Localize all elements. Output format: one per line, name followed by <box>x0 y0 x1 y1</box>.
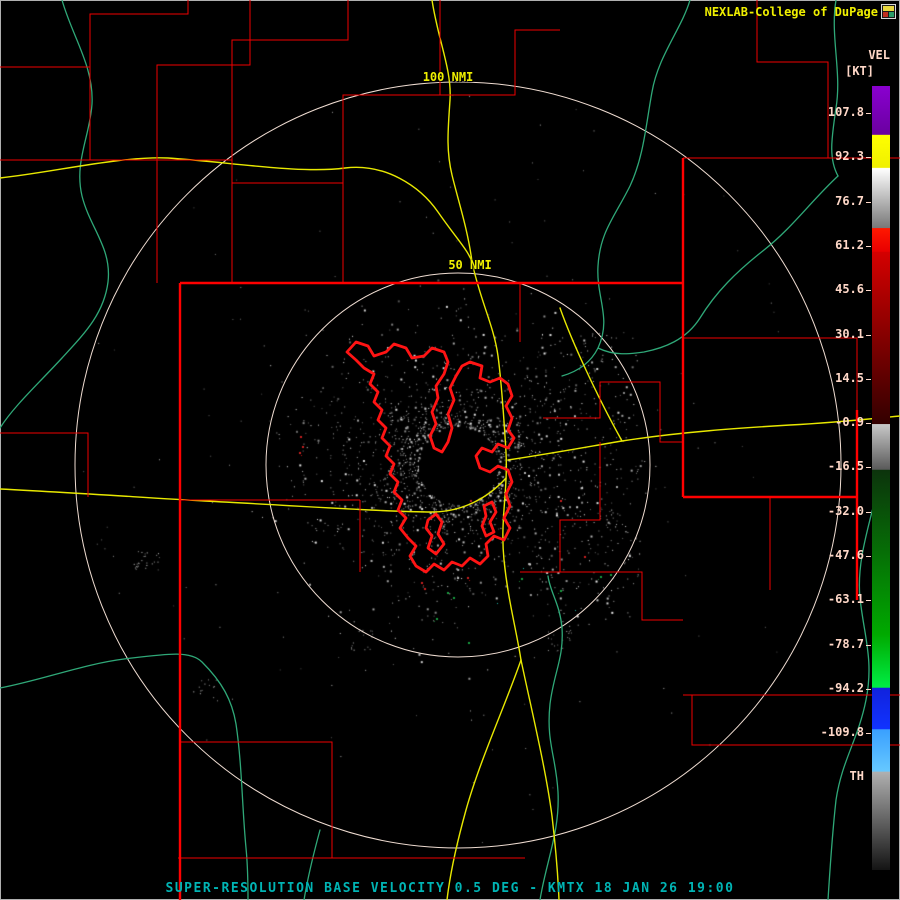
colorbar-tick-mark <box>866 644 871 646</box>
colorbar-tick-label: -32.0 <box>827 503 864 518</box>
colorbar-tick-mark <box>866 733 871 735</box>
colorbar-tick-mark <box>866 113 871 114</box>
county-borders <box>0 0 900 859</box>
colorbar-tick-label: 107.8 <box>827 105 864 119</box>
colorbar-tick-mark <box>866 688 871 690</box>
lake-outline <box>345 340 516 574</box>
colorbar-threshold-label: TH <box>849 769 864 783</box>
brand: NEXLAB-College of DuPage <box>705 4 896 19</box>
colorbar-tick-mark <box>866 511 871 513</box>
base-map <box>0 0 900 900</box>
brand-text: NEXLAB-College of DuPage <box>704 4 878 19</box>
colorbar-tick-label: -94.2 <box>827 680 864 695</box>
colorbar-tick-label: -16.5 <box>827 459 864 474</box>
colorbar-tick-label: -78.7 <box>827 636 864 651</box>
colorbar-tick-label: 76.7 <box>835 193 864 208</box>
colorbar-title: VEL <box>868 48 890 62</box>
colorbar-tick-mark <box>866 157 871 159</box>
radar-display: 100 NMI 50 NMI NEXLAB-College of DuPage … <box>0 0 900 900</box>
colorbar-tick-label: -0.9 <box>835 415 864 430</box>
colorbar-tick-mark <box>866 334 871 336</box>
colorbar-tick-label: 14.5 <box>835 370 864 385</box>
colorbar-tick-mark <box>866 600 871 602</box>
cod-logo-icon <box>881 4 896 19</box>
colorbar-tick-label: 45.6 <box>835 282 864 297</box>
colorbar-tick-mark <box>866 201 871 203</box>
colorbar-tick-label: 92.3 <box>835 149 864 164</box>
colorbar-tick-mark <box>866 290 871 292</box>
colorbar-units: [KT] <box>845 64 874 78</box>
range-ring-label-100nmi: 100 NMI <box>422 70 474 84</box>
colorbar-tick-label: 30.1 <box>835 326 864 341</box>
state-borders <box>178 158 859 900</box>
colorbar-tick-label: -109.8 <box>820 725 864 740</box>
colorbar-tick-mark <box>866 556 871 557</box>
product-title: SUPER-RESOLUTION BASE VELOCITY 0.5 DEG -… <box>165 881 735 896</box>
colorbar-tick-mark <box>866 423 871 425</box>
colorbar-tick-mark <box>866 378 871 380</box>
colorbar-tick-label: -63.1 <box>827 592 864 607</box>
colorbar-gradient <box>872 86 890 870</box>
range-ring-label-50nmi: 50 NMI <box>448 258 492 272</box>
colorbar-tick-mark <box>866 467 871 469</box>
colorbar-tick-label: 61.2 <box>835 237 864 252</box>
colorbar-tick-label: -47.6 <box>827 548 864 562</box>
highway-lines <box>0 0 900 900</box>
colorbar-tick-mark <box>866 245 871 247</box>
